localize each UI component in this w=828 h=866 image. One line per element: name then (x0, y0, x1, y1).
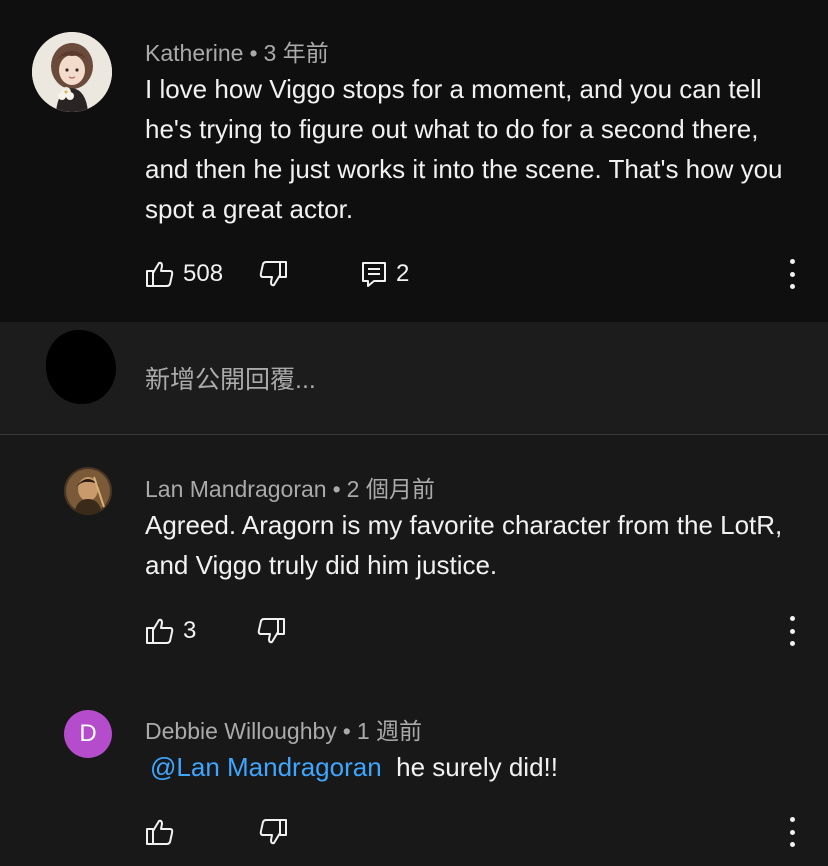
thumb-down-icon (258, 259, 288, 289)
comment-thread: Katherine • 3 年前 I love how Viggo stops fo… (0, 0, 828, 866)
replies-button[interactable]: 2 (360, 259, 409, 289)
reply-author-avatar[interactable]: D (64, 710, 112, 758)
reply-composer (0, 322, 828, 434)
reply-count: 2 (396, 260, 410, 287)
author-name[interactable]: Lan Mandragoran (145, 476, 327, 502)
author-avatar[interactable] (32, 32, 112, 112)
dislike-button[interactable] (258, 259, 288, 289)
user-mention[interactable]: @Lan Mandragoran (150, 752, 382, 782)
thumb-up-icon (145, 616, 175, 646)
more-options-button[interactable] (787, 616, 797, 646)
avatar-illustration (32, 32, 112, 112)
thumb-down-icon (256, 616, 286, 646)
like-button[interactable]: 3 (145, 616, 196, 646)
like-button[interactable] (145, 817, 175, 847)
separator: • (342, 718, 351, 744)
thumb-up-icon (145, 817, 175, 847)
comment-icon (360, 259, 388, 289)
comment-text: I love how Viggo stops for a moment, and… (145, 74, 783, 224)
reply-text: Agreed. Aragorn is my favorite character… (145, 510, 783, 580)
reply-header: Lan Mandragoran • 2 個月前 (145, 470, 435, 504)
author-name[interactable]: Katherine (145, 40, 243, 66)
comment-header: Katherine • 3 年前 (145, 34, 329, 68)
comment-actions: 508 2 (145, 254, 409, 294)
reply-input[interactable]: 新增公開回覆... (145, 360, 316, 396)
timestamp[interactable]: 3 年前 (264, 40, 329, 66)
thumb-down-icon (258, 817, 288, 847)
author-name[interactable]: Debbie Willoughby (145, 718, 337, 744)
more-vert-icon (789, 616, 795, 621)
thumb-up-icon (145, 259, 175, 289)
avatar-letter: D (79, 720, 97, 747)
more-vert-icon (789, 259, 795, 264)
dislike-button[interactable] (258, 817, 288, 847)
more-vert-icon (789, 817, 795, 822)
like-count: 3 (183, 617, 197, 644)
like-count: 508 (183, 260, 224, 287)
more-options-button[interactable] (787, 259, 797, 289)
reply-text: @Lan Mandragoran he surely did!! (150, 747, 790, 787)
reply-actions (145, 812, 288, 852)
reply-header: Debbie Willoughby • 1 週前 (145, 712, 422, 746)
timestamp[interactable]: 2 個月前 (347, 476, 435, 502)
reply-actions: 3 (145, 611, 286, 651)
top-comment: Katherine • 3 年前 I love how Viggo stops fo… (0, 0, 828, 322)
avatar-illustration (64, 467, 112, 515)
separator: • (249, 40, 258, 66)
separator: • (332, 476, 341, 502)
like-button[interactable]: 508 (145, 259, 223, 289)
reply-author-avatar[interactable] (64, 467, 112, 515)
dislike-button[interactable] (256, 616, 286, 646)
reply-message: he surely did!! (396, 752, 558, 782)
more-options-button[interactable] (787, 817, 797, 847)
timestamp[interactable]: 1 週前 (357, 718, 422, 744)
current-user-avatar (46, 330, 116, 404)
